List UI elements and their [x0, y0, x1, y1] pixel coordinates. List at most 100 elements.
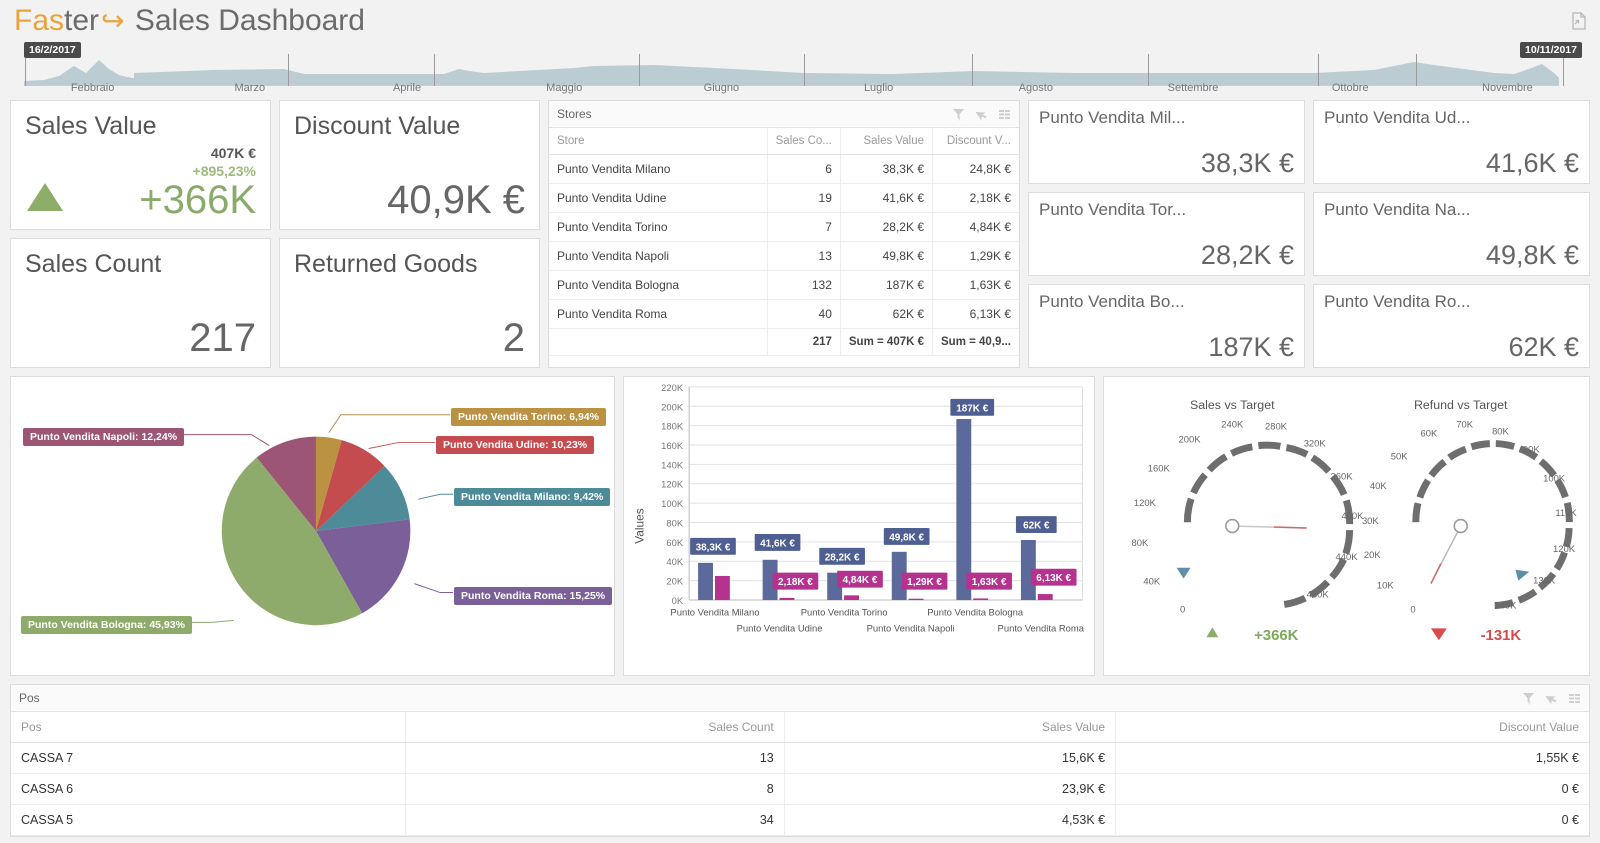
pos-table[interactable]: Pos Sales Count Sales Value Discount Val…	[11, 712, 1589, 836]
timeline-month: Ottobre	[1331, 82, 1369, 94]
svg-text:280K: 280K	[1265, 421, 1288, 432]
pos-panel-title: Pos	[19, 691, 40, 705]
bar-y-axis-label: Values	[632, 508, 646, 544]
timeline-area-chart[interactable]	[14, 40, 1586, 86]
table-row[interactable]: CASSA 7 13 15,6K € 1,55K €	[11, 742, 1589, 774]
kpi-card-discount-value[interactable]: Discount Value 40,9K €	[279, 100, 540, 230]
cell-store[interactable]: Punto Vendita Napoli	[549, 241, 768, 271]
store-tile-napoli[interactable]: Punto Vendita Na... 49,8K €	[1313, 192, 1590, 276]
sales-discount-bar-panel[interactable]: Values 220K 200K 180K 160K 140K 120K 100K 80K…	[623, 376, 1095, 676]
pie-label-torino[interactable]: Punto Vendita Torino: 6,94%	[451, 408, 606, 426]
table-row[interactable]: CASSA 6 8 23,9K € 0 €	[11, 773, 1589, 805]
kpi-main-value: 40,9K €	[387, 178, 525, 222]
cell-pos[interactable]: CASSA 6	[11, 773, 406, 805]
column-header-sales-count[interactable]: Sales Count	[405, 712, 785, 743]
bar-label-napoli-discount: 1,29K €	[907, 577, 942, 588]
cell-sales-value: 15,6K €	[784, 742, 1117, 774]
timeline-month: Luglio	[863, 82, 894, 94]
cell-discount-value: 1,29K €	[932, 241, 1019, 271]
timeline-start-date[interactable]: 16/2/2017	[24, 42, 81, 58]
gauge2-tick-labels: 0 10K 20K 30K 40K 50K 60K 70K 80K 90K 10…	[1362, 419, 1577, 615]
export-document-icon[interactable]	[1570, 12, 1588, 30]
selection-arrow-icon[interactable]	[1545, 692, 1558, 705]
table-row[interactable]: Punto Vendita Udine 19 41,6K € 2,18K €	[549, 183, 1019, 213]
timeline-end-date[interactable]: 10/11/2017	[1520, 42, 1582, 58]
timeline-month: Maggio	[546, 82, 583, 94]
clear-filter-icon[interactable]: x	[1522, 692, 1535, 705]
table-row[interactable]: Punto Vendita Torino 7 28,2K € 4,84K €	[549, 212, 1019, 242]
svg-text:70K: 70K	[1456, 419, 1473, 430]
pie-label-napoli[interactable]: Punto Vendita Napoli: 12,24%	[23, 428, 185, 446]
gauge-refund-vs-target[interactable]: Refund vs Target 0 10K 20K 30K 40K 50K 6…	[1362, 398, 1577, 644]
column-header-sales-value[interactable]: Sales Value	[840, 128, 934, 155]
cell-pos[interactable]: CASSA 7	[11, 742, 406, 774]
table-header-row: Store Sales Co... Sales Value Discount V…	[549, 128, 1019, 155]
cell-store[interactable]: Punto Vendita Roma	[549, 299, 768, 329]
column-header-discount-value[interactable]: Discount V...	[932, 128, 1019, 155]
stores-table[interactable]: Store Sales Co... Sales Value Discount V…	[549, 128, 1019, 356]
pie-label-bologna[interactable]: Punto Vendita Bologna: 45,93%	[21, 616, 192, 634]
kpi-card-returned-goods[interactable]: Returned Goods 2	[279, 238, 540, 368]
store-tile-bologna[interactable]: Punto Vendita Bo... 187K €	[1028, 284, 1305, 368]
timeline-month: Aprile	[392, 82, 422, 94]
table-row[interactable]: Punto Vendita Milano 6 38,3K € 24,8K €	[549, 154, 1019, 184]
tile-value: 28,2K €	[1200, 240, 1294, 270]
cell-sales-value: 28,2K €	[840, 212, 934, 242]
column-header-sales-value[interactable]: Sales Value	[784, 712, 1117, 743]
timeline-month: Settembre	[1167, 82, 1219, 94]
stores-panel-title: Stores	[557, 107, 592, 121]
column-header-pos[interactable]: Pos	[11, 712, 406, 743]
store-tile-milano[interactable]: Punto Vendita Mil... 38,3K €	[1028, 100, 1305, 184]
chart-menu-icon[interactable]	[998, 108, 1011, 121]
svg-text:220K: 220K	[661, 382, 684, 393]
tile-value: 49,8K €	[1485, 240, 1579, 270]
totals-label	[549, 328, 768, 356]
date-range-timeline[interactable]: 16/2/2017 10/11/2017 Febbraio Marzo Apri…	[14, 40, 1586, 100]
kpi-card-sales-count[interactable]: Sales Count 217	[10, 238, 271, 368]
timeline-month-labels: Febbraio Marzo Aprile Maggio Giugno Lugl…	[14, 82, 1586, 94]
store-tile-udine[interactable]: Punto Vendita Ud... 41,6K €	[1313, 100, 1590, 184]
kpi-card-sales-value[interactable]: Sales Value 407K € +895,23% +366K	[10, 100, 271, 230]
cell-sales-count: 7	[767, 212, 841, 242]
store-tile-torino[interactable]: Punto Vendita Tor... 28,2K €	[1028, 192, 1305, 276]
kpi-percent-change: +895,23%	[192, 163, 256, 179]
table-row[interactable]: Punto Vendita Bologna 132 187K € 1,63K €	[549, 270, 1019, 300]
bar-chart[interactable]: Values 220K 200K 180K 160K 140K 120K 100K 80K…	[624, 377, 1094, 675]
svg-text:140K: 140K	[1494, 599, 1517, 610]
app-header: Faster↪ Sales Dashboard	[0, 0, 1600, 40]
table-row[interactable]: CASSA 5 34 4,53K € 0 €	[11, 804, 1589, 836]
gauge2-title: Refund vs Target	[1414, 398, 1508, 412]
cell-discount-value: 0 €	[1115, 773, 1589, 805]
pie-label-milano[interactable]: Punto Vendita Milano: 9,42%	[454, 488, 611, 506]
gauge-sales-vs-target[interactable]: Sales vs Target 0 40K 80K 120K 160K 200K…	[1132, 398, 1365, 644]
kpi-main-value: +366K	[139, 178, 256, 222]
gauge1-arc	[1183, 441, 1354, 608]
column-header-store[interactable]: Store	[549, 128, 768, 155]
cell-sales-count: 13	[405, 742, 785, 774]
table-row[interactable]: Punto Vendita Napoli 13 49,8K € 1,29K €	[549, 241, 1019, 271]
pie-label-udine[interactable]: Punto Vendita Udine: 10,23%	[436, 436, 595, 454]
clear-filter-icon[interactable]: x	[952, 108, 965, 121]
selection-arrow-icon[interactable]	[975, 108, 988, 121]
gauges-panel[interactable]: Sales vs Target 0 40K 80K 120K 160K 200K…	[1103, 376, 1590, 676]
cell-store[interactable]: Punto Vendita Torino	[549, 212, 768, 242]
store-tile-roma[interactable]: Punto Vendita Ro... 62K €	[1313, 284, 1590, 368]
brand-logo: Faster↪ Sales Dashboard	[14, 4, 1600, 38]
table-row[interactable]: Punto Vendita Roma 40 62K € 6,13K €	[549, 299, 1019, 329]
cell-store[interactable]: Punto Vendita Bologna	[549, 270, 768, 300]
sales-share-pie-panel[interactable]: Punto Vendita Torino: 6,94% Punto Vendit…	[10, 376, 615, 676]
pos-panel-header: Pos x	[11, 685, 1589, 712]
pie-label-roma[interactable]: Punto Vendita Roma: 15,25%	[454, 587, 613, 605]
cell-store[interactable]: Punto Vendita Udine	[549, 183, 768, 213]
cell-pos[interactable]: CASSA 5	[11, 804, 406, 836]
chart-menu-icon[interactable]	[1568, 692, 1581, 705]
bar-xtick-torino: Punto Vendita Torino	[801, 606, 888, 617]
column-header-discount-value[interactable]: Discount Value	[1115, 712, 1589, 743]
cell-sales-count: 40	[767, 299, 841, 329]
cell-sales-count: 132	[767, 270, 841, 300]
column-header-sales-count[interactable]: Sales Co...	[767, 128, 841, 155]
gauge1-footer-value: +366K	[1254, 628, 1299, 644]
cell-store[interactable]: Punto Vendita Milano	[549, 154, 768, 184]
tile-title: Punto Vendita Na...	[1324, 200, 1471, 219]
gauge-charts[interactable]: Sales vs Target 0 40K 80K 120K 160K 200K…	[1104, 377, 1589, 675]
